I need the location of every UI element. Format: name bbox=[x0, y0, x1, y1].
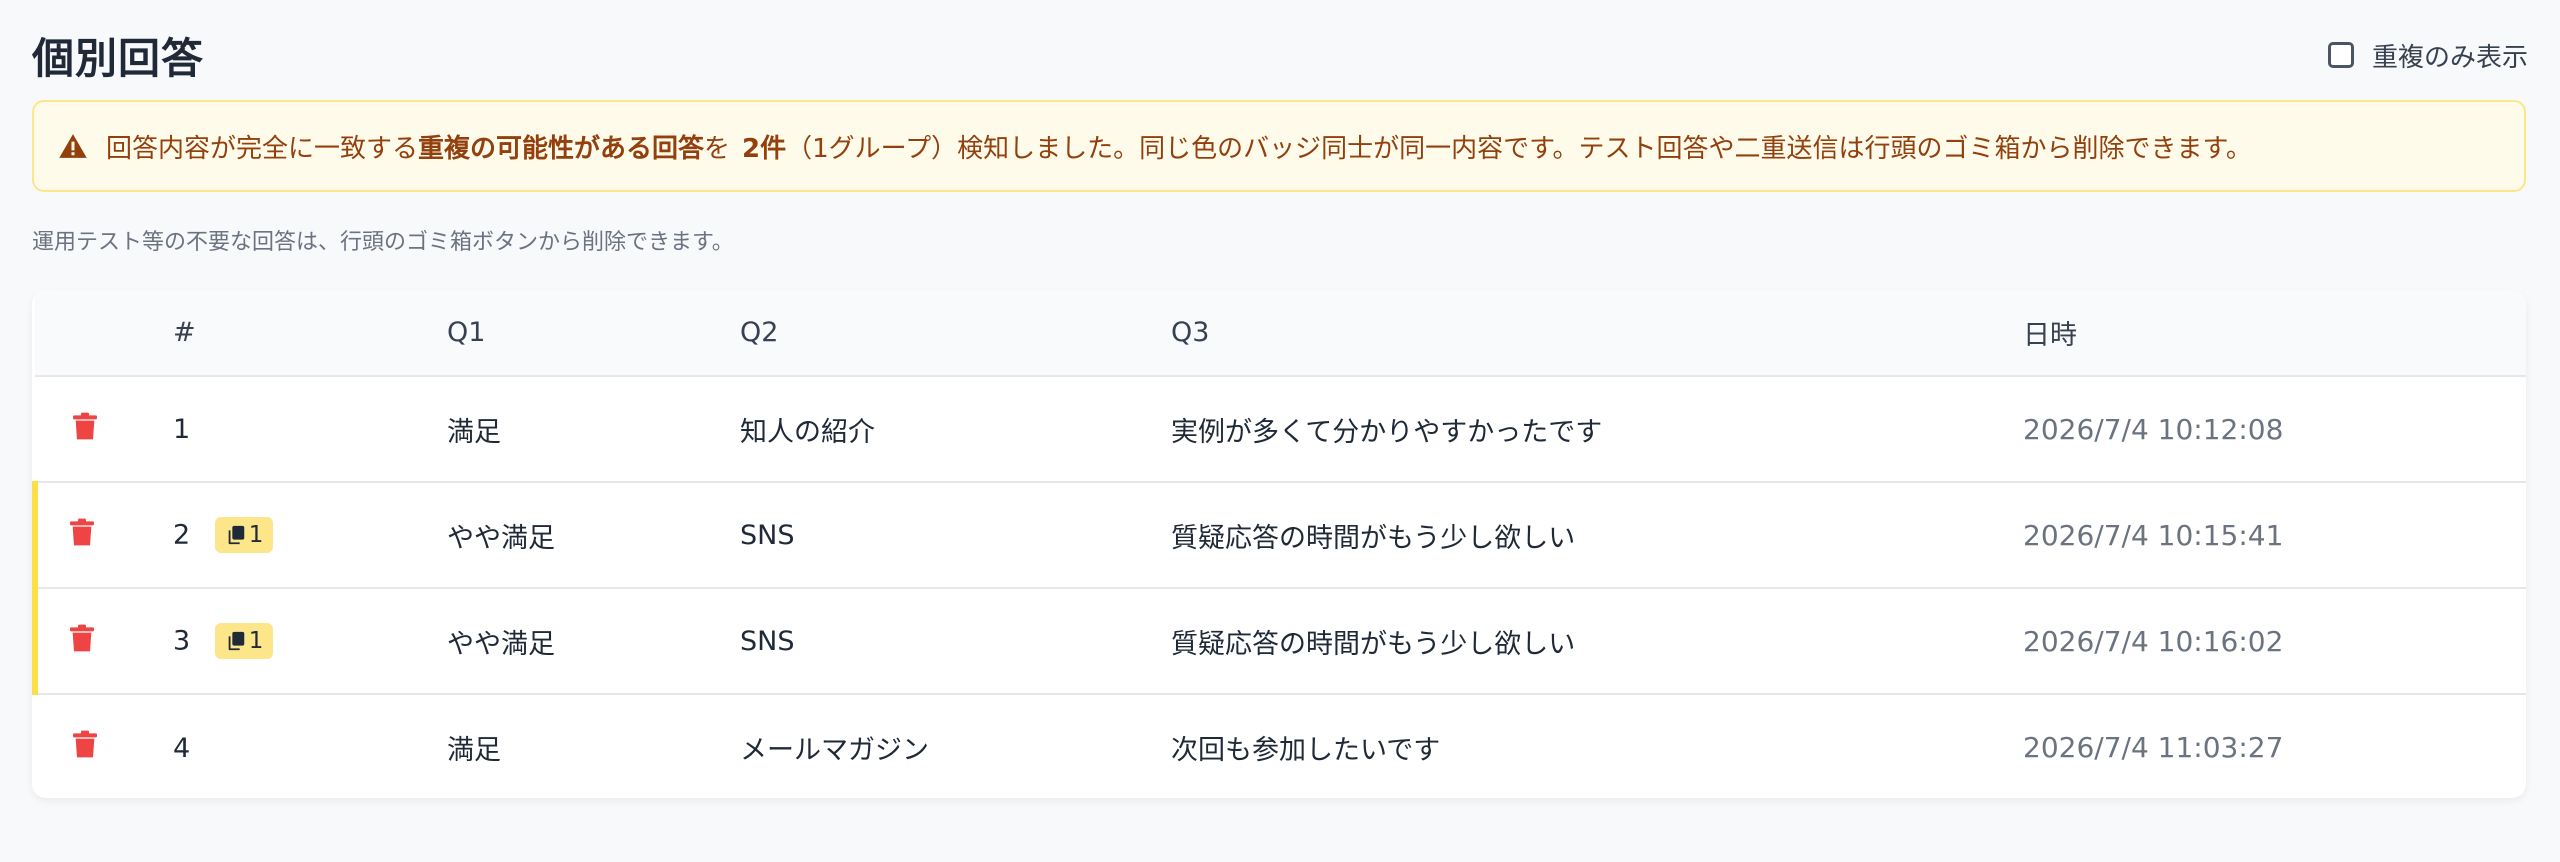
row-number: 1 bbox=[173, 414, 191, 445]
alert-text-after: （1グループ）検知しました。同じ色のバッジ同士が同一内容です。テスト回答や二重送… bbox=[786, 133, 2252, 164]
delete-cell bbox=[32, 482, 172, 588]
row-number: 2 bbox=[173, 519, 191, 551]
responses-table: # Q1 Q2 Q3 日時 1 満足 知人の紹介 実例が多くて分かりやすかったで… bbox=[32, 290, 2526, 798]
row-number-cell: 1 bbox=[172, 376, 446, 482]
duplicates-only-label: 重複のみ表示 bbox=[2371, 42, 2528, 73]
duplicate-group-number: 1 bbox=[248, 522, 264, 548]
table-row: 4 満足 メールマガジン 次回も参加したいです 2026/7/4 11:03:2… bbox=[35, 694, 2526, 798]
page: 個別回答 重複のみ表示 回答内容が完全に一致する 重複の可能性がある回答を 2件 （1… bbox=[0, 0, 2560, 862]
q3-cell: 次回も参加したいです bbox=[1171, 735, 1441, 766]
duplicate-alert: 回答内容が完全に一致する 重複の可能性がある回答を 2件 （1グループ）検知しました。… bbox=[32, 100, 2526, 192]
q3-cell: 質疑応答の時間がもう少し欲しい bbox=[1171, 522, 1576, 554]
column-header-datetime: 日時 bbox=[2023, 320, 2077, 351]
datetime-cell: 2026/7/4 11:03:27 bbox=[2023, 731, 2284, 764]
q2-cell: 知人の紹介 bbox=[740, 416, 875, 448]
row-number-cell: 3 1 bbox=[172, 588, 446, 694]
duplicate-group-badge: 1 bbox=[214, 623, 274, 659]
trash-icon[interactable] bbox=[69, 409, 101, 443]
q2-cell: SNS bbox=[740, 519, 795, 551]
alert-text-middle: を bbox=[704, 133, 731, 164]
q3-cell: 実例が多くて分かりやすかったです bbox=[1171, 416, 1603, 448]
row-number: 3 bbox=[173, 625, 191, 657]
column-header-q1: Q1 bbox=[447, 317, 486, 348]
copy-icon bbox=[225, 524, 247, 546]
delete-cell bbox=[35, 694, 172, 798]
column-header-number: # bbox=[173, 317, 196, 348]
row-number-cell: 2 1 bbox=[172, 482, 446, 588]
q2-cell: メールマガジン bbox=[740, 735, 929, 766]
q1-cell: やや満足 bbox=[447, 522, 555, 554]
column-header-q3: Q3 bbox=[1171, 317, 1210, 348]
duplicate-group-number: 1 bbox=[248, 628, 264, 654]
delete-cell bbox=[35, 376, 172, 482]
duplicate-group-badge: 1 bbox=[214, 517, 274, 553]
trash-icon[interactable] bbox=[66, 515, 98, 549]
q2-cell: SNS bbox=[740, 625, 795, 657]
table-row-duplicate: 2 1 やや満足 SNS 質疑応答の時間がもう少し欲しい 2026/7/4 10… bbox=[32, 482, 2526, 588]
table-row: 1 満足 知人の紹介 実例が多くて分かりやすかったです 2026/7/4 10:… bbox=[35, 376, 2526, 482]
warning-triangle-icon bbox=[58, 131, 88, 161]
column-header-q2: Q2 bbox=[740, 317, 779, 348]
row-number: 4 bbox=[173, 732, 191, 764]
table-row-duplicate: 3 1 やや満足 SNS 質疑応答の時間がもう少し欲しい 2026/7/4 10… bbox=[32, 588, 2526, 694]
datetime-cell: 2026/7/4 10:12:08 bbox=[2023, 412, 2284, 446]
responses-table-card: # Q1 Q2 Q3 日時 1 満足 知人の紹介 実例が多くて分かりやすかったで… bbox=[32, 290, 2526, 798]
row-number-cell: 4 bbox=[172, 694, 446, 798]
page-title: 個別回答 bbox=[32, 33, 205, 83]
q1-cell: 満足 bbox=[447, 735, 501, 766]
datetime-cell: 2026/7/4 10:16:02 bbox=[2023, 624, 2284, 658]
table-header-row: # Q1 Q2 Q3 日時 bbox=[35, 290, 2526, 376]
q1-cell: 満足 bbox=[447, 416, 501, 448]
q3-cell: 質疑応答の時間がもう少し欲しい bbox=[1171, 628, 1576, 660]
trash-icon[interactable] bbox=[66, 621, 98, 655]
trash-icon[interactable] bbox=[69, 727, 101, 761]
column-header-delete bbox=[35, 290, 172, 376]
delete-cell bbox=[32, 588, 172, 694]
datetime-cell: 2026/7/4 10:15:41 bbox=[2023, 518, 2284, 552]
alert-count: 2件 bbox=[742, 133, 787, 164]
duplicates-only-checkbox[interactable] bbox=[2327, 42, 2354, 68]
page-header: 個別回答 重複のみ表示 bbox=[32, 22, 2528, 88]
delete-hint: 運用テスト等の不要な回答は、行頭のゴミ箱ボタンから削除できます。 bbox=[32, 230, 734, 255]
duplicates-only-toggle[interactable]: 重複のみ表示 bbox=[2327, 37, 2528, 74]
alert-text-before: 回答内容が完全に一致する bbox=[106, 133, 419, 164]
q1-cell: やや満足 bbox=[447, 628, 555, 660]
alert-text-bold: 重複の可能性がある回答 bbox=[418, 133, 705, 164]
copy-icon bbox=[225, 630, 247, 652]
